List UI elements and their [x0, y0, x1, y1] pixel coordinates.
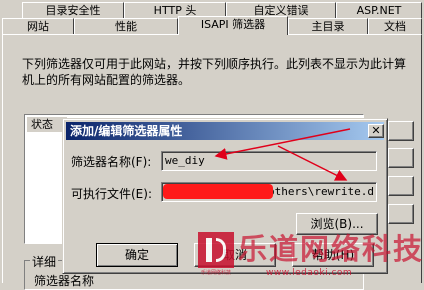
- logo-url: www.ledaoki.com: [266, 268, 353, 278]
- arrow-to-filter-name: [214, 128, 351, 160]
- tab-label: ISAPI 筛选器: [200, 18, 266, 31]
- watermark-logo: 乐道网络科技 乐道网络科技 www.ledaoki.com: [196, 230, 424, 283]
- arrow-to-executable: [277, 145, 348, 181]
- logo-sub-text: 乐道网络科技: [200, 270, 231, 276]
- logo-icon: [198, 232, 234, 268]
- logo-text: 乐道网络科技: [238, 232, 424, 266]
- tab-isapi-filters[interactable]: ISAPI 筛选器: [178, 16, 288, 35]
